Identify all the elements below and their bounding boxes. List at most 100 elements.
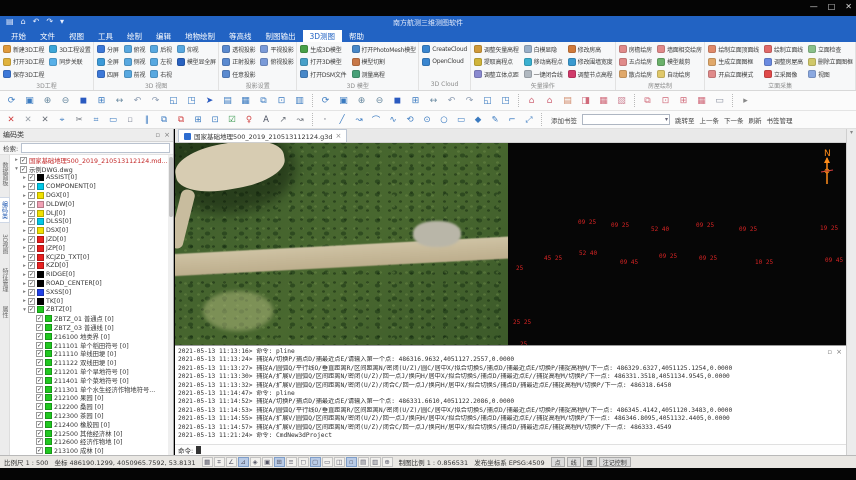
ribbon-button-OpenCloud[interactable]: OpenCloud [421, 56, 468, 69]
sketch-tool-icon[interactable]: ✎ [488, 113, 502, 127]
pin-icon[interactable]: ▫ [827, 348, 832, 356]
tree-scrollbar[interactable] [168, 155, 173, 455]
tree-row[interactable]: ▸✓ROAD_CENTER[0] [11, 279, 173, 288]
tree-expand-icon[interactable]: ▸ [21, 263, 28, 269]
zoom-previous-icon[interactable]: ◳ [184, 93, 199, 108]
polygon-tool-icon[interactable]: ◆ [471, 113, 485, 127]
layer-visibility-checkbox[interactable]: ✓ [36, 430, 43, 437]
refresh-view-icon[interactable]: ⟳ [4, 93, 19, 108]
full-extent-icon[interactable]: ◼ [76, 93, 91, 108]
facade-tool-icon[interactable]: ◨ [578, 93, 593, 108]
polyline-tool-icon[interactable]: ↝ [352, 113, 366, 127]
tree-expand-icon[interactable]: ▸ [21, 193, 28, 199]
tree-expand-icon[interactable]: ▾ [13, 166, 20, 172]
ribbon-button-调整房屋高[interactable]: 调整房屋高 [763, 56, 804, 69]
tree-row[interactable]: ✓211301 单个水生经济作物地符号... [11, 385, 173, 394]
object-snap-toggle[interactable]: ◈ [250, 457, 261, 467]
prev-bookmark-button[interactable]: 上一条 [700, 115, 720, 125]
jump-to-button[interactable]: 跳转至 [675, 115, 695, 125]
menu-tab-工具[interactable]: 工具 [91, 30, 120, 42]
close-panel-icon[interactable]: × [836, 348, 842, 356]
tree-row[interactable]: ✓212500 其他经济林 [0] [11, 429, 173, 438]
tree-row[interactable]: ✓212600 经济作物地 [0] [11, 438, 173, 447]
trim-icon[interactable]: ✂ [72, 113, 86, 127]
split-3d-icon[interactable]: ⊞ [408, 93, 423, 108]
layer-visibility-checkbox[interactable]: ✓ [28, 183, 35, 190]
tree-row[interactable]: ▸✓JZP[0] [11, 244, 173, 253]
menu-tab-编辑[interactable]: 编辑 [149, 30, 178, 42]
zoom-out-3d-icon[interactable]: ⊖ [372, 93, 387, 108]
line-tool-icon[interactable]: ╱ [335, 113, 349, 127]
layer-visibility-checkbox[interactable]: ✓ [28, 192, 35, 199]
tree-row[interactable]: ▸✓国家基础地理500_2019_210513112124.md... [11, 156, 173, 165]
erase-icon[interactable]: ✕ [38, 113, 52, 127]
layer-visibility-checkbox[interactable]: ✓ [20, 157, 27, 164]
tree-expand-icon[interactable]: ▸ [13, 157, 20, 163]
tree-row[interactable]: ✓211201 单个旱地符号 [0] [11, 367, 173, 376]
ribbon-button-打开DSM文件[interactable]: 打开DSM文件 [299, 68, 347, 81]
ribbon-button-绘制立面线[interactable]: 绘制立面线 [763, 43, 804, 56]
rectangle-tool-icon[interactable]: ▭ [454, 113, 468, 127]
redo-3d-icon[interactable]: ↷ [462, 93, 477, 108]
snap-intersection-toggle[interactable]: ⊞ [274, 457, 285, 467]
layer-visibility-checkbox[interactable]: ✓ [28, 174, 35, 181]
transparency-toggle[interactable]: ▤ [358, 457, 369, 467]
layer-visibility-checkbox[interactable]: ✓ [28, 227, 35, 234]
layer-visibility-checkbox[interactable]: ✓ [28, 210, 35, 217]
ribbon-button-俯视[interactable]: 俯视 [123, 43, 147, 56]
grid-snap-icon[interactable]: ⌗ [89, 113, 103, 127]
tree-row[interactable]: ✓216100 地类界 [0] [11, 332, 173, 341]
snap-grid-toggle[interactable]: ▦ [202, 457, 213, 467]
split-screen-icon[interactable]: ⊞ [94, 93, 109, 108]
ribbon-button-修改房高[interactable]: 修改房高 [567, 43, 614, 56]
ortho-mode-toggle[interactable]: ⊿ [238, 457, 249, 467]
auto-elevation-toggle[interactable]: ⊕ [382, 457, 393, 467]
layer-visibility-checkbox[interactable]: ✓ [36, 377, 43, 384]
ribbon-button-新建3D工程[interactable]: 新建3D工程 [2, 43, 45, 56]
texture-tool-icon[interactable]: ▤ [560, 93, 575, 108]
status-button-线[interactable]: 线 [567, 457, 581, 467]
tree-row[interactable]: ✓211122 双线田埂 [0] [11, 358, 173, 367]
ribbon-button-提取高程点[interactable]: 提取高程点 [473, 56, 520, 69]
layer-search-input[interactable] [21, 143, 170, 153]
arc-tool-icon[interactable]: ⌒ [369, 113, 383, 127]
zoom-out-icon[interactable]: ⊖ [58, 93, 73, 108]
menu-tab-帮助[interactable]: 帮助 [342, 30, 371, 42]
layer-visibility-checkbox[interactable]: ✓ [36, 394, 43, 401]
tree-symbol-icon[interactable]: ♀ [242, 113, 256, 127]
annotation-toggle[interactable]: ▥ [370, 457, 381, 467]
flatten-tool-icon[interactable]: ▭ [712, 93, 727, 108]
ribbon-button-任意投影[interactable]: 任意投影 [221, 68, 256, 81]
menu-tab-地物绘制[interactable]: 地物绘制 [178, 30, 222, 42]
layer-visibility-checkbox[interactable]: ✓ [28, 289, 35, 296]
dyn-input-toggle[interactable]: ◫ [334, 457, 345, 467]
lineweight-toggle[interactable]: ▫ [346, 457, 357, 467]
roof-tool-icon[interactable]: ⌂ [542, 93, 557, 108]
tree-row[interactable]: ▾✓ZBTZ[0] [11, 306, 173, 315]
ribbon-button-正射投影[interactable]: 正射投影 [221, 56, 256, 69]
tree-row[interactable]: ▸✓DSX[0] [11, 226, 173, 235]
tree-expand-icon[interactable]: ▸ [21, 245, 28, 251]
orthophoto-viewport[interactable] [175, 143, 508, 345]
ribbon-button-墙面相交绘房[interactable]: 墙面相交绘房 [656, 43, 703, 56]
ribbon-button-模型显全屏[interactable]: 模型显全屏 [176, 56, 217, 69]
menu-tab-等高线[interactable]: 等高线 [222, 30, 259, 42]
ribbon-button-移动高程点[interactable]: 移动高程点 [523, 56, 564, 69]
refresh-3d-icon[interactable]: ⟳ [318, 93, 333, 108]
tree-row[interactable]: ▸✓DLSS[0] [11, 218, 173, 227]
layer-visibility-checkbox[interactable]: ✓ [36, 359, 43, 366]
ribbon-button-生成立面图框[interactable]: 生成立面图框 [707, 56, 760, 69]
layer-visibility-checkbox[interactable]: ✓ [28, 236, 35, 243]
ribbon-button-自动绘房[interactable]: 自动绘房 [656, 68, 703, 81]
ribbon-button-右视[interactable]: 右视 [149, 68, 173, 81]
layer-visibility-checkbox[interactable]: ✓ [28, 298, 35, 305]
snap-center-icon[interactable]: ⌖ [55, 113, 69, 127]
tree-row[interactable]: ▸✓COMPONENT[0] [11, 182, 173, 191]
ribbon-button-立面检查[interactable]: 立面检查 [807, 43, 854, 56]
layer-visibility-checkbox[interactable]: ✓ [28, 245, 35, 252]
layer-visibility-checkbox[interactable]: ✓ [36, 438, 43, 445]
tree-row[interactable]: ▸✓KZD[0] [11, 262, 173, 271]
menu-tab-3D测图[interactable]: 3D测图 [303, 30, 343, 42]
copy-object-icon[interactable]: ⧉ [157, 113, 171, 127]
menu-tab-文件[interactable]: 文件 [33, 30, 62, 42]
